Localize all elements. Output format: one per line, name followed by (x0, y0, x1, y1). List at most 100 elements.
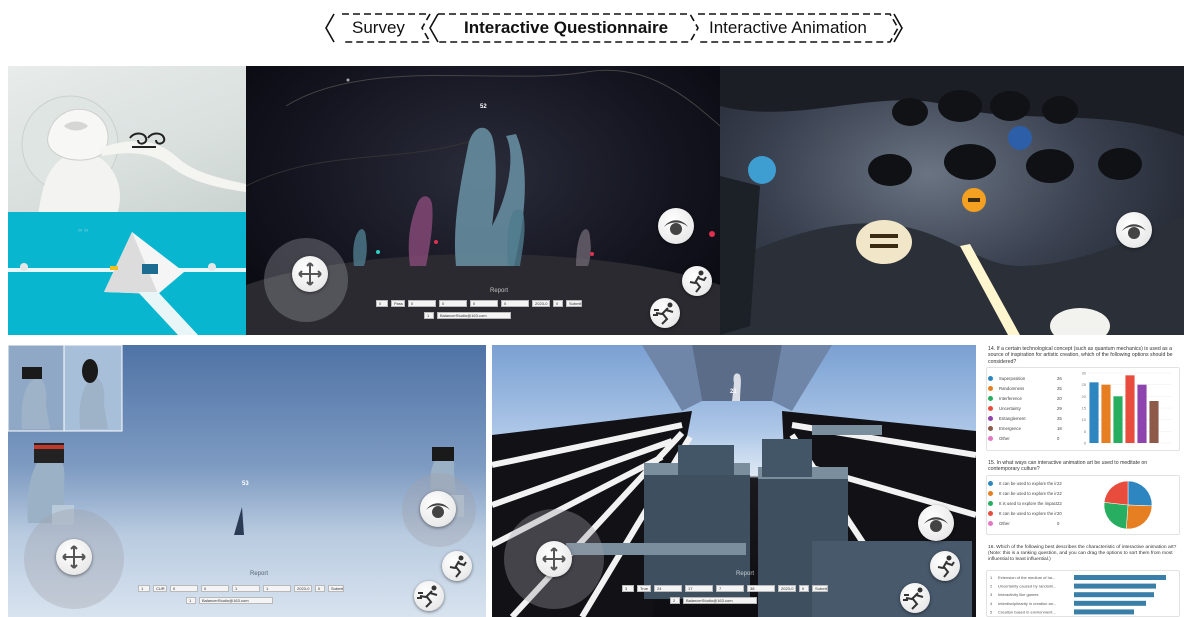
bar (1089, 382, 1099, 443)
y-tick-label: 25 (1082, 382, 1087, 387)
pie-slice (1127, 480, 1153, 507)
sprint-button[interactable] (414, 581, 444, 611)
y-tick-label: 15 (1082, 406, 1087, 411)
report-field[interactable]: 0 (799, 585, 809, 592)
report-field[interactable]: 7 (716, 585, 744, 592)
legend-swatch (988, 436, 993, 441)
submit-button[interactable]: Submit (812, 585, 828, 592)
pie-slice (1103, 502, 1129, 530)
y-tick-label: 20 (1082, 394, 1087, 399)
svg-text:∞ ∞: ∞ ∞ (78, 228, 88, 234)
report-field[interactable]: CUR (153, 585, 167, 592)
legend-swatch (988, 481, 993, 486)
rank-label: Extension of the medium of ha... (998, 575, 1055, 580)
legend-count: 22 (1057, 501, 1062, 506)
sprint-button[interactable] (900, 583, 930, 613)
sprint-button[interactable] (650, 298, 680, 328)
report-row-1: 1 CUR 0 0 1 1 2023-0 0 Submit (138, 585, 344, 592)
legend-item: It can be used to explore the in... 20 (988, 510, 1062, 517)
submit-button[interactable]: Submit (566, 300, 582, 307)
move-arrows-icon (542, 547, 566, 571)
pie-slice (1103, 480, 1129, 506)
move-arrows-icon (62, 545, 86, 569)
report-field[interactable]: 0 (470, 300, 498, 307)
report-row-1: 3 True 24 17 7 38 2023-0 0 Submit (622, 585, 828, 592)
rank-number: 5 (990, 609, 993, 614)
report-field[interactable]: 1 (138, 585, 150, 592)
bar (1137, 384, 1147, 443)
report-field[interactable]: 38 (747, 585, 775, 592)
running-figure-icon (937, 555, 955, 578)
report-title: Report (250, 571, 269, 577)
pyramid-render: ∞ ∞ (8, 228, 246, 335)
report-field[interactable]: 1 (232, 585, 260, 592)
legend-swatch (988, 511, 993, 516)
email-field[interactable]: BalancerStudio@163.com (199, 597, 273, 604)
bar (1113, 396, 1123, 443)
question-14-title: 14. If a certain technological concept (… (988, 346, 1173, 365)
report-field[interactable]: 1 (424, 312, 434, 319)
report-title: Report (490, 288, 509, 294)
view-button[interactable] (1116, 212, 1152, 248)
y-tick-label: 0 (1084, 441, 1087, 446)
legend-item: Interference 20 (988, 395, 1062, 402)
email-field[interactable]: BalancerStudio@163.com (683, 597, 757, 604)
report-field[interactable]: 0 (439, 300, 467, 307)
corridor-scene: 21 Report 3 True 24 17 7 38 2023-0 0 Sub… (492, 345, 976, 617)
email-field[interactable]: BalancerStudio@163.com (437, 312, 511, 319)
report-field[interactable]: 2 (670, 597, 680, 604)
move-button[interactable] (292, 256, 328, 292)
question-14-bar-chart: 30 25 20 15 10 5 0 (1082, 371, 1172, 446)
rank-label: Interactivity like games (998, 592, 1038, 597)
legend-swatch (988, 386, 993, 391)
run-button[interactable] (442, 551, 472, 581)
legend-swatch (988, 521, 993, 526)
report-field[interactable]: 0 (201, 585, 229, 592)
report-field[interactable]: 2023-0 (532, 300, 550, 307)
report-field[interactable]: 0 (170, 585, 198, 592)
report-field[interactable]: 24 (654, 585, 682, 592)
legend-item: Other 0 (988, 520, 1059, 527)
rank-number: 4 (990, 601, 993, 606)
view-button[interactable] (658, 208, 694, 244)
move-button[interactable] (536, 541, 572, 577)
legend-swatch (988, 501, 993, 506)
legend-label: It can be used to explore the in... (999, 511, 1057, 516)
report-field[interactable]: 1 (186, 597, 196, 604)
view-button[interactable] (420, 491, 456, 527)
legend-count: 25 (1057, 386, 1062, 391)
report-field[interactable]: 3 (622, 585, 634, 592)
legend-item: It can be used to explore the in... 22 (988, 490, 1062, 497)
rank-number: 1 (990, 575, 993, 580)
report-field[interactable]: True (637, 585, 651, 592)
view-button[interactable] (918, 505, 954, 541)
rank-label: Creation based in environment... (998, 609, 1056, 614)
report-field[interactable]: 0 (553, 300, 563, 307)
report-field[interactable]: 17 (685, 585, 713, 592)
sprint-figure-icon (903, 587, 924, 610)
submit-button[interactable]: Submit (328, 585, 344, 592)
report-field[interactable]: 0 (376, 300, 388, 307)
cave-scene (720, 66, 1184, 335)
report-field[interactable]: 2023-0 (294, 585, 312, 592)
legend-item: It can be used to explore the in... 22 (988, 480, 1062, 487)
run-button[interactable] (682, 266, 712, 296)
legend-item: Emergence 18 (988, 425, 1062, 432)
report-field[interactable]: Pass (391, 300, 405, 307)
legend-item: It is used to explore the impact ... 22 (988, 500, 1062, 507)
move-button[interactable] (56, 539, 92, 575)
legend-label: Randomness (999, 386, 1025, 391)
report-field[interactable]: 0 (408, 300, 436, 307)
y-tick-label: 10 (1082, 417, 1087, 422)
rank-label: Interdisciplinarity in creation an... (998, 601, 1056, 606)
eye-icon (664, 220, 688, 235)
sculpture-scene (8, 66, 246, 212)
run-button[interactable] (930, 551, 960, 581)
question-16-title: 16. Which of the following best describe… (988, 545, 1177, 562)
legend-count: 20 (1057, 396, 1062, 401)
eye-icon (924, 517, 948, 532)
report-field[interactable]: 1 (263, 585, 291, 592)
report-field[interactable]: 0 (501, 300, 529, 307)
report-field[interactable]: 0 (315, 585, 325, 592)
report-field[interactable]: 2023-0 (778, 585, 796, 592)
